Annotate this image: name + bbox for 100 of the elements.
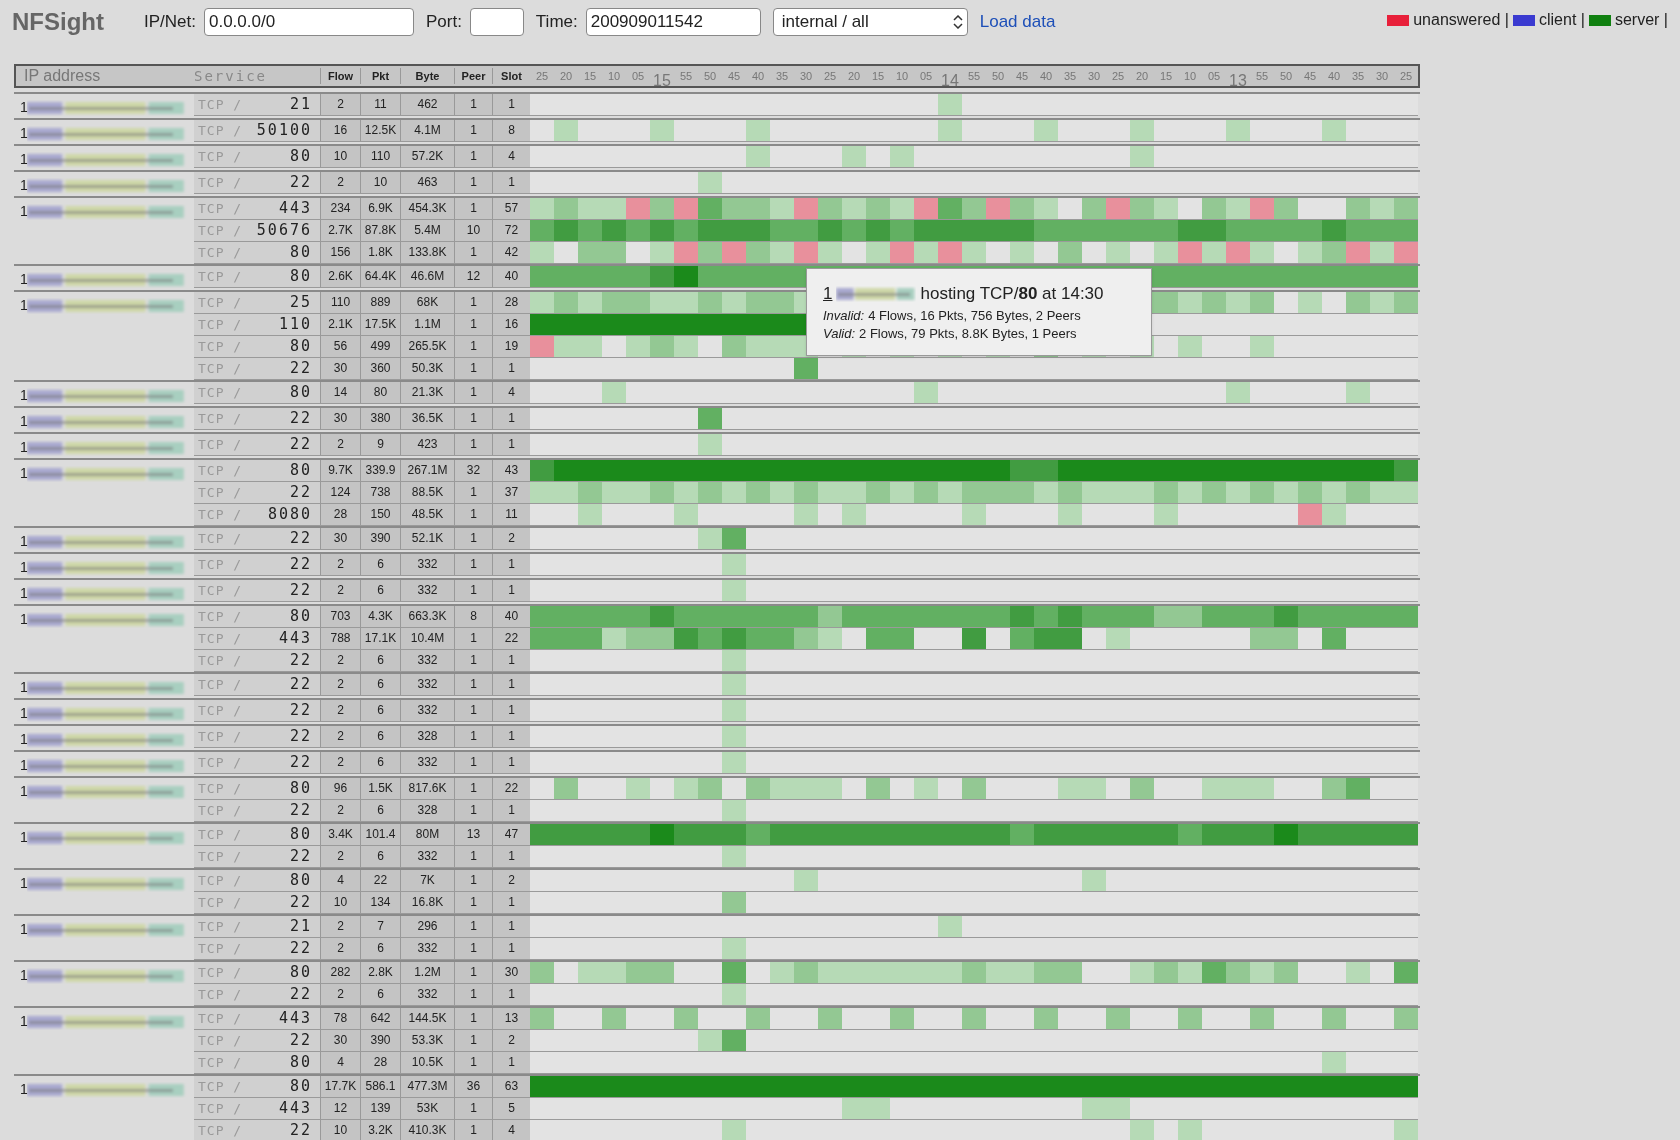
table-cell: 1 <box>454 408 492 429</box>
table-cell: 42 <box>492 242 530 263</box>
port-number: 80 <box>289 824 312 845</box>
table-cell: 6 <box>360 752 400 773</box>
table-cell: 1 <box>492 752 530 773</box>
legend-label: unanswered | <box>1413 10 1509 30</box>
port-number: 22 <box>289 482 312 503</box>
port-field[interactable] <box>469 8 524 36</box>
table-cell: 30 <box>320 358 360 379</box>
port-number: 22 <box>289 984 312 1005</box>
port-number: 22 <box>289 800 312 821</box>
table-cell: 1 <box>492 674 530 695</box>
port-number: 80 <box>289 382 312 403</box>
ip-address: 1 <box>20 98 27 117</box>
ip-address: 1 <box>20 176 27 195</box>
time-tick: 35 <box>1350 71 1366 84</box>
port-number: 22 <box>289 434 312 455</box>
table-cell: 265.5K <box>400 336 454 357</box>
ip-address: 1 <box>20 558 27 577</box>
time-tick: 20 <box>1134 71 1150 84</box>
table-cell: 332 <box>400 580 454 601</box>
table-cell: 30 <box>320 528 360 549</box>
table-cell: 328 <box>400 800 454 821</box>
table-cell: 332 <box>400 674 454 695</box>
scope-select[interactable]: internal / all <box>772 8 968 36</box>
port-number: 22 <box>289 752 312 773</box>
ip-address: 1 <box>20 966 27 985</box>
ip-address: 1 <box>20 532 27 551</box>
table-cell: 2 <box>320 726 360 747</box>
time-tick: 10 <box>894 71 910 84</box>
table-cell: 17.1K <box>360 628 400 649</box>
table-cell: 1 <box>454 146 492 167</box>
table-cell: 28 <box>492 292 530 313</box>
table-cell: 14 <box>320 382 360 403</box>
time-tick: 10 <box>606 71 622 84</box>
port-number: 22 <box>289 528 312 549</box>
table-cell: 1 <box>492 984 530 1005</box>
updown-icon <box>952 15 963 29</box>
table-cell: 12 <box>454 266 492 287</box>
table-cell: 13 <box>492 1008 530 1029</box>
table-cell: 1 <box>454 1030 492 1051</box>
ip-address: 1 <box>20 828 27 847</box>
time-field[interactable]: 200909011542 <box>585 8 761 36</box>
port-number: 80 <box>289 1076 312 1097</box>
ipnet-label: IP/Net: <box>144 11 196 34</box>
table-cell: 6.9K <box>360 198 400 219</box>
table-cell: 11 <box>360 94 400 115</box>
ip-address: 1 <box>20 296 27 315</box>
table-cell: 4 <box>492 382 530 403</box>
table-cell: 110 <box>320 292 360 313</box>
tooltip-title: hosting TCP/80 at 14:30 <box>920 283 1104 305</box>
table-cell: 1.5K <box>360 778 400 799</box>
table-cell: 1 <box>492 1052 530 1073</box>
table-cell: 30 <box>320 1030 360 1051</box>
tooltip-line-text: 2 Flows, 79 Pkts, 8.8K Bytes, 1 Peers <box>859 324 1077 343</box>
time-tick: 05 <box>630 71 646 84</box>
table-cell: 6 <box>360 726 400 747</box>
table-cell: 1 <box>492 892 530 913</box>
table-cell: 339.9 <box>360 460 400 481</box>
port-number: 22 <box>289 554 312 575</box>
table-cell: 6 <box>360 938 400 959</box>
table-cell: 4 <box>492 146 530 167</box>
table-cell: 1.1M <box>400 314 454 335</box>
table-cell: 1 <box>492 700 530 721</box>
time-tick: 10 <box>1182 71 1198 84</box>
table-cell: 1 <box>492 554 530 575</box>
table-cell: 2 <box>320 172 360 193</box>
table-cell: 9.7K <box>320 460 360 481</box>
table-cell: 454.3K <box>400 198 454 219</box>
load-data-link[interactable]: Load data <box>979 9 1056 35</box>
ip-address: 1 <box>20 584 27 603</box>
table-cell: 332 <box>400 938 454 959</box>
table-cell: 1 <box>454 700 492 721</box>
table-cell: 6 <box>360 984 400 1005</box>
table-cell: 4 <box>320 870 360 891</box>
table-cell: 234 <box>320 198 360 219</box>
port-number: 80 <box>289 870 312 891</box>
ipnet-field[interactable]: 0.0.0.0/0 <box>203 8 414 36</box>
ip-address: 1 <box>20 782 27 801</box>
time-tick: 55 <box>1254 71 1270 84</box>
table-cell: 6 <box>360 554 400 575</box>
table-cell: 80M <box>400 824 454 845</box>
port-number: 22 <box>289 892 312 913</box>
table-cell: 788 <box>320 628 360 649</box>
table-cell: 4 <box>492 1120 530 1140</box>
table-cell: 96 <box>320 778 360 799</box>
time-tick: 55 <box>966 71 982 84</box>
table-cell: 110 <box>360 146 400 167</box>
table-cell: 133.8K <box>400 242 454 263</box>
table-cell: 1 <box>492 358 530 379</box>
table-cell: 53K <box>400 1098 454 1119</box>
table-cell: 56 <box>320 336 360 357</box>
table-cell: 499 <box>360 336 400 357</box>
table-cell: 2 <box>492 1030 530 1051</box>
table-cell: 52.1K <box>400 528 454 549</box>
table-cell: 78 <box>320 1008 360 1029</box>
port-number: 22 <box>289 938 312 959</box>
table-cell: 1 <box>454 554 492 575</box>
port-number: 22 <box>289 172 312 193</box>
table-cell: 332 <box>400 650 454 671</box>
